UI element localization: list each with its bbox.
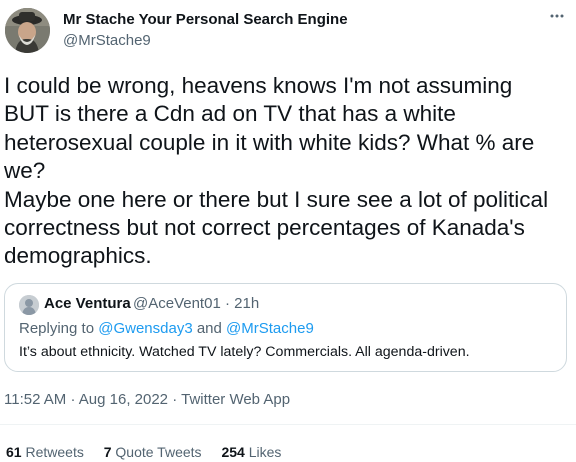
- timestamp-separator: ·: [70, 391, 76, 408]
- tweet-date[interactable]: Aug 16, 2022: [79, 391, 168, 408]
- more-horizontal-icon: [550, 14, 564, 18]
- mention-link[interactable]: @Gwensday3: [98, 320, 192, 337]
- likes-label: Likes: [248, 444, 282, 460]
- retweets-label: Retweets: [25, 444, 84, 460]
- more-options-icon[interactable]: [548, 9, 566, 23]
- replying-to-label: Replying to: [19, 320, 95, 337]
- quoted-meta-separator: ·: [224, 295, 230, 312]
- quoted-tweet-age: 21h: [234, 295, 260, 312]
- retweets-stat[interactable]: 61 Retweets: [6, 444, 84, 460]
- quote-tweets-label: Quote Tweets: [115, 444, 202, 460]
- tweet-text-line: Maybe one here or there but I sure see a…: [4, 186, 549, 212]
- tweet-timestamp: 11:52 AM · Aug 16, 2022 · Twitter Web Ap…: [4, 391, 290, 408]
- tweet-header: Mr Stache Your Personal Search Engine @M…: [0, 0, 576, 70]
- author-avatar[interactable]: [5, 8, 50, 53]
- likes-count: 254: [221, 444, 245, 460]
- mention-link[interactable]: @MrStache9: [226, 320, 314, 337]
- quoted-author-avatar: [19, 295, 39, 315]
- default-avatar-icon: [19, 295, 39, 315]
- quoted-tweet-text: It’s about ethnicity. Watched TV lately?…: [19, 344, 470, 360]
- tweet-text-line: BUT is there a Cdn ad on TV that has a w…: [4, 101, 456, 127]
- avatar-image: [5, 8, 50, 53]
- author-handle[interactable]: @MrStache9: [63, 32, 151, 49]
- tweet-time[interactable]: 11:52 AM: [4, 391, 66, 408]
- replying-to-line: Replying to @Gwensday3 and @MrStache9: [19, 320, 314, 337]
- timestamp-separator: ·: [172, 391, 178, 408]
- tweet-text-line: correctness but not correct percentages …: [4, 215, 525, 241]
- replying-and-label: and: [196, 320, 222, 337]
- quoted-author-meta: @AceVent01 · 21h: [133, 295, 259, 312]
- author-display-name[interactable]: Mr Stache Your Personal Search Engine: [63, 11, 348, 28]
- divider: [0, 424, 576, 425]
- tweet-stats: 61 Retweets 7 Quote Tweets 254 Likes: [6, 444, 297, 460]
- quote-tweets-stat[interactable]: 7 Quote Tweets: [104, 444, 202, 460]
- quoted-tweet-card[interactable]: Ace Ventura @AceVent01 · 21h Replying to…: [4, 283, 567, 372]
- tweet-text: I could be wrong, heavens knows I'm not …: [4, 72, 570, 271]
- quoted-author-name: Ace Ventura: [44, 295, 131, 312]
- quote-tweets-count: 7: [103, 444, 112, 460]
- likes-stat[interactable]: 254 Likes: [221, 444, 281, 460]
- quoted-author-handle: @AceVent01: [133, 295, 221, 312]
- tweet-text-line: heterosexual couple in it with white kid…: [4, 129, 535, 155]
- tweet-source[interactable]: Twitter Web App: [181, 391, 290, 408]
- retweets-count: 61: [6, 444, 22, 460]
- tweet-text-line: I could be wrong, heavens knows I'm not …: [4, 73, 513, 98]
- tweet-text-line: demographics.: [4, 243, 152, 269]
- tweet-text-line: we?: [4, 158, 46, 184]
